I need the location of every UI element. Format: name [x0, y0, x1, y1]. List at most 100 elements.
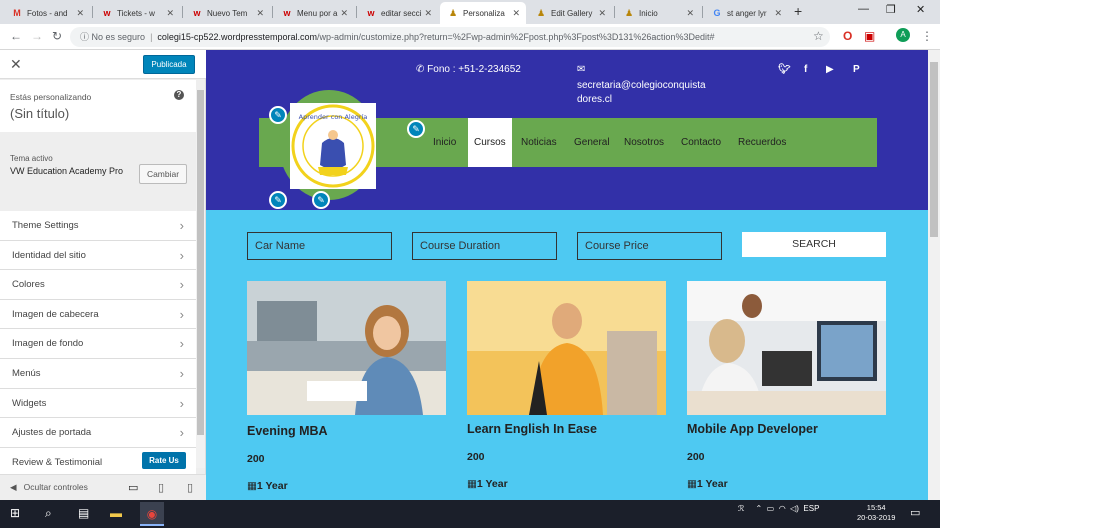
chrome-icon[interactable]: ◉	[140, 502, 164, 526]
scrollbar-thumb[interactable]	[930, 62, 938, 237]
forward-icon[interactable]: →	[31, 29, 43, 43]
facebook-icon[interactable]: f	[804, 64, 807, 75]
menu-item-background-image[interactable]: Imagen de fondo ›	[0, 329, 196, 359]
profile-avatar[interactable]: A	[896, 28, 910, 42]
edit-shortcut-icon[interactable]: ✎	[312, 191, 330, 209]
site-logo[interactable]: Aprender con Alegría	[290, 103, 376, 189]
menu-item-widgets[interactable]: Widgets ›	[0, 388, 196, 419]
pocket-extension-icon[interactable]: ▣	[864, 29, 875, 43]
sidebar-scrollbar[interactable]	[196, 90, 205, 468]
preview-scrollbar[interactable]	[928, 50, 940, 500]
close-tab-icon[interactable]: ✕	[256, 8, 264, 19]
scrollbar-thumb[interactable]	[197, 90, 204, 435]
task-view-icon[interactable]: ▤	[78, 506, 89, 520]
w-icon: w	[193, 8, 201, 18]
back-icon[interactable]: ←	[10, 29, 22, 43]
volume-icon[interactable]: ◁)	[790, 504, 799, 513]
close-tab-icon[interactable]: ✕	[686, 8, 694, 19]
publish-button[interactable]: Publicada	[143, 55, 195, 74]
menu-item-header-image[interactable]: Imagen de cabecera ›	[0, 299, 196, 330]
edit-shortcut-icon[interactable]: ✎	[407, 120, 425, 138]
language-indicator[interactable]: ESP	[803, 504, 819, 513]
windows-start-icon[interactable]: ⊞	[10, 506, 20, 520]
school-crest-icon: Aprender con Alegría	[291, 104, 375, 188]
close-tab-icon[interactable]: ✕	[512, 8, 520, 19]
course-price-input[interactable]: Course Price	[577, 232, 722, 260]
browser-tab[interactable]: G st anger lyr ✕	[704, 2, 788, 24]
close-customizer-icon[interactable]: ✕	[10, 56, 22, 73]
course-title[interactable]: Mobile App Developer	[687, 422, 818, 436]
nav-general[interactable]: General	[574, 118, 610, 167]
menu-item-menus[interactable]: Menús ›	[0, 358, 196, 389]
people-icon[interactable]: ℛ	[738, 504, 744, 513]
browser-tab[interactable]: w Tickets - w ✕	[94, 2, 180, 24]
browser-tab[interactable]: ♟ Inicio ✕	[616, 2, 700, 24]
url-input[interactable]: ⓘ No es seguro | colegi15-cp522.wordpresst…	[70, 27, 830, 47]
close-window-button[interactable]: ✕	[916, 3, 925, 16]
close-tab-icon[interactable]: ✕	[340, 8, 348, 19]
course-title[interactable]: Evening MBA	[247, 424, 328, 438]
browser-menu-icon[interactable]: ⋮	[921, 29, 933, 43]
bookmark-star-icon[interactable]: ☆	[813, 29, 824, 43]
car-name-input[interactable]: Car Name	[247, 232, 392, 260]
edit-shortcut-icon[interactable]: ✎	[269, 191, 287, 209]
close-tab-icon[interactable]: ✕	[774, 8, 782, 19]
change-theme-button[interactable]: Cambiar	[139, 164, 187, 184]
help-icon[interactable]: ?	[174, 90, 184, 100]
edit-shortcut-icon[interactable]: ✎	[269, 106, 287, 124]
nav-cursos[interactable]: Cursos	[468, 118, 512, 167]
course-title[interactable]: Learn English In Ease	[467, 422, 597, 436]
twitter-icon[interactable]: 🐦︎	[778, 64, 791, 75]
course-duration: ▦1 Year	[467, 478, 508, 490]
close-tab-icon[interactable]: ✕	[76, 8, 84, 19]
opera-extension-icon[interactable]: O	[843, 29, 852, 43]
browser-tab[interactable]: w Menu por a ✕	[274, 2, 354, 24]
course-image[interactable]	[687, 281, 886, 415]
nav-noticias[interactable]: Noticias	[521, 118, 557, 167]
calendar-icon: ▦	[467, 478, 477, 490]
search-button[interactable]: SEARCH	[742, 232, 886, 257]
browser-tab-active[interactable]: ♟ Personaliza ✕	[440, 2, 526, 24]
minimize-button[interactable]: —	[858, 3, 869, 15]
chevron-up-icon[interactable]: ⌃	[756, 504, 763, 513]
browser-tab[interactable]: w editar secci ✕	[358, 2, 438, 24]
nav-inicio[interactable]: Inicio	[433, 118, 456, 167]
w-icon: w	[103, 8, 111, 18]
menu-item-homepage-settings[interactable]: Ajustes de portada ›	[0, 418, 196, 448]
reload-icon[interactable]: ↻	[52, 29, 62, 43]
info-icon[interactable]: ⓘ	[80, 32, 89, 42]
new-tab-button[interactable]: +	[794, 3, 802, 19]
course-image[interactable]	[247, 281, 446, 415]
courses-section: Car Name Course Duration Course Price SE…	[206, 210, 928, 500]
course-price: 200	[247, 453, 265, 465]
close-tab-icon[interactable]: ✕	[166, 8, 174, 19]
desktop-preview-icon[interactable]: ▭	[128, 481, 138, 494]
pinterest-icon[interactable]: P	[853, 64, 860, 75]
hide-controls-button[interactable]: ◀ Ocultar controles	[10, 482, 88, 493]
nav-nosotros[interactable]: Nosotros	[624, 118, 664, 167]
battery-icon[interactable]: ▭	[767, 504, 775, 513]
rate-us-button[interactable]: Rate Us	[142, 452, 186, 469]
nav-contacto[interactable]: Contacto	[681, 118, 721, 167]
nav-recuerdos[interactable]: Recuerdos	[738, 118, 786, 167]
browser-tab[interactable]: ♟ Edit Gallery ✕	[528, 2, 612, 24]
tablet-preview-icon[interactable]: ▯	[158, 481, 164, 494]
menu-item-theme-settings[interactable]: Theme Settings ›	[0, 211, 196, 241]
browser-tab[interactable]: w Nuevo Tem ✕	[184, 2, 270, 24]
notifications-icon[interactable]: ▭	[910, 506, 920, 519]
wifi-icon[interactable]: ◠	[779, 504, 786, 513]
close-tab-icon[interactable]: ✕	[424, 8, 432, 19]
restore-button[interactable]: ❐	[886, 3, 896, 16]
clock[interactable]: 15:54 20-03-2019	[857, 503, 895, 523]
course-duration-input[interactable]: Course Duration	[412, 232, 557, 260]
menu-item-colors[interactable]: Colores ›	[0, 270, 196, 300]
mobile-preview-icon[interactable]: ▯	[187, 481, 193, 494]
youtube-icon[interactable]: ▶	[826, 64, 834, 75]
url-path: /wp-admin/customize.php?return=%2Fwp-adm…	[317, 32, 715, 42]
close-tab-icon[interactable]: ✕	[598, 8, 606, 19]
search-icon[interactable]: ⌕	[45, 506, 52, 521]
browser-tab[interactable]: M Fotos - and ✕	[4, 2, 90, 24]
menu-item-site-identity[interactable]: Identidad del sitio ›	[0, 240, 196, 271]
course-image[interactable]	[467, 281, 666, 415]
file-explorer-icon[interactable]: ▬	[110, 506, 122, 520]
